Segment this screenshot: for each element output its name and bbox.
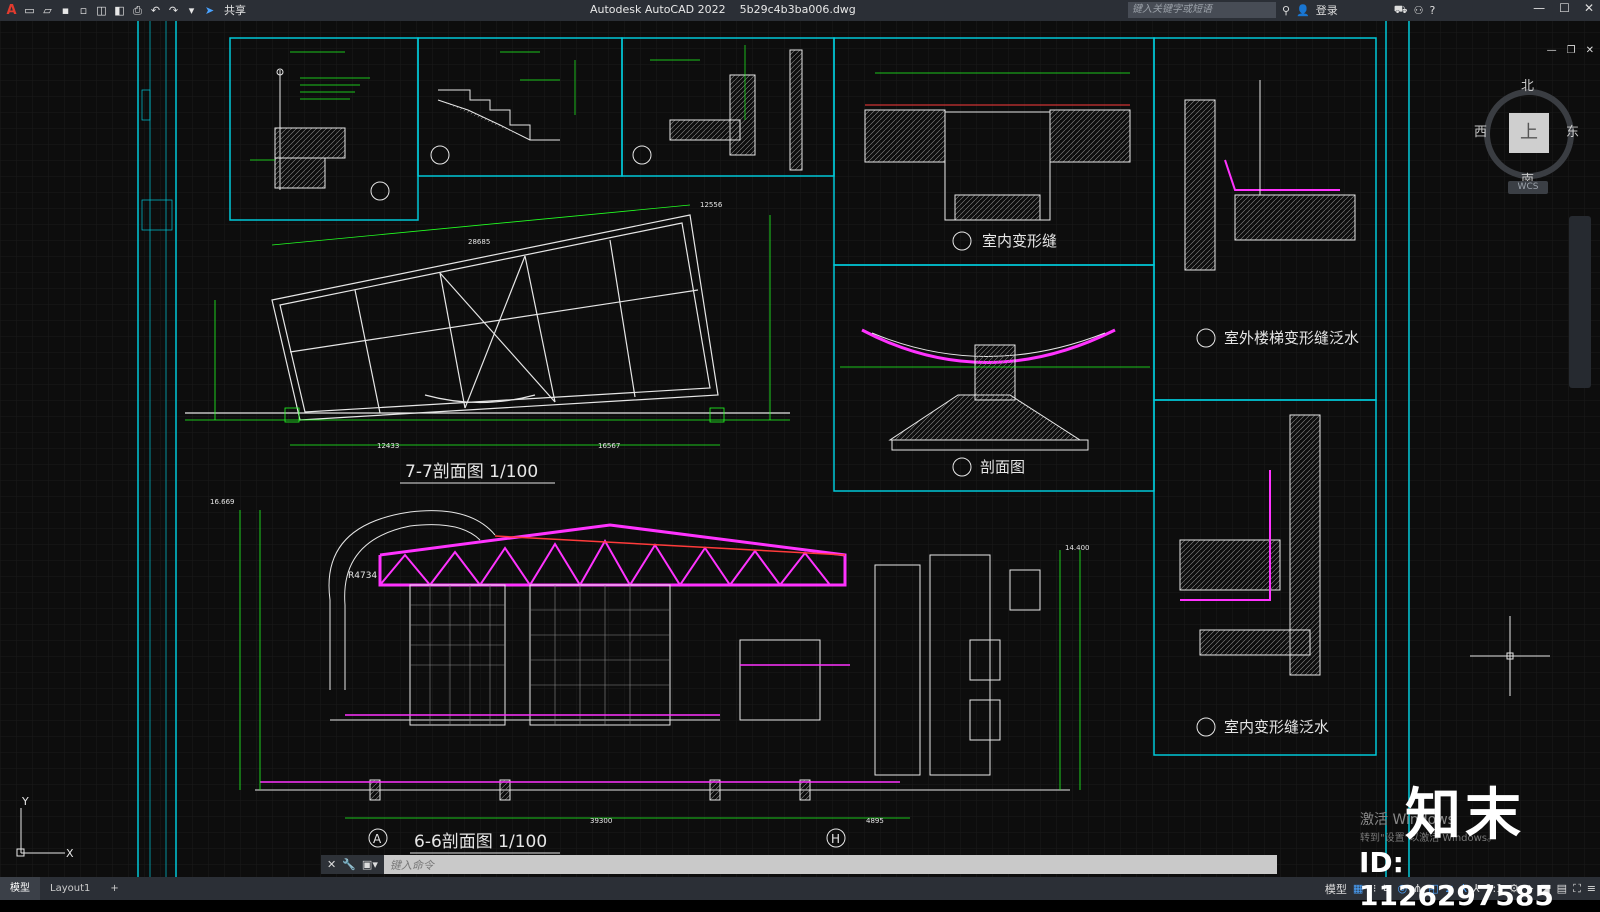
plot-icon[interactable]: ⎙ — [130, 3, 145, 18]
window-controls: — ☐ ✕ — [1533, 1, 1594, 15]
app-title: Autodesk AutoCAD 2022 — [590, 3, 726, 16]
share-button[interactable]: 共享 — [224, 3, 246, 18]
watermark-id: ID: 1126297585 — [1359, 846, 1554, 912]
user-icon[interactable]: 👤 — [1296, 4, 1310, 17]
doc-close-icon[interactable]: ✕ — [1586, 45, 1594, 56]
share-icon[interactable]: ➤ — [202, 3, 217, 18]
cmd-customize-icon[interactable]: 🔧 — [342, 858, 356, 871]
dim-label: 39300 — [590, 817, 612, 825]
command-input[interactable]: 键入命令 — [384, 857, 434, 873]
a360-icon[interactable]: ⚇ — [1414, 4, 1424, 17]
drawing-window-controls: — ❐ ✕ — [1547, 45, 1594, 56]
model-space-button[interactable]: 模型 — [1325, 881, 1347, 897]
title-right-tools: ⚲ 👤 登录 ⛟ ⚇ ? — [1282, 2, 1435, 18]
doc-restore-icon[interactable]: ❐ — [1567, 45, 1576, 56]
detail-indoor-joint-flash-title: 室内变形缝泛水 — [1224, 718, 1329, 736]
dim-label: 14.400 — [1065, 544, 1090, 552]
dim-label: 16567 — [598, 442, 620, 450]
cmd-close-icon[interactable]: ✕ — [327, 858, 336, 871]
dim-label: 28685 — [468, 238, 490, 246]
ucs-x-label: X — [66, 847, 74, 860]
detail-outdoor-joint-title: 室外楼梯变形缝泛水 — [1224, 329, 1359, 347]
drawing-viewport[interactable]: 室内变形缝 剖面图 室外楼梯变形缝泛水 室内变形缝泛水 7-7剖面图 1/100… — [0, 21, 1600, 877]
detail-indoor-joint-title: 室内变形缝 — [982, 232, 1057, 250]
viewcube-top-face[interactable]: 上 — [1509, 113, 1549, 153]
dim-label: 12433 — [377, 442, 399, 450]
cmd-recent-icon[interactable]: ▣▾ — [362, 858, 378, 871]
dim-label: 12556 — [700, 201, 723, 209]
viewcube[interactable]: 上 北 南 东 西 — [1474, 79, 1579, 189]
customize-toolbar-icon[interactable]: ▾ — [184, 3, 199, 18]
search-input[interactable]: 键入关键字或短语 — [1128, 2, 1276, 18]
section-66-title: 6-6剖面图 1/100 — [414, 832, 547, 852]
save-web-icon[interactable]: ◧ — [112, 3, 127, 18]
tab-layout1[interactable]: Layout1 — [40, 877, 100, 900]
autocad-logo-icon[interactable]: A — [4, 3, 19, 18]
undo-icon[interactable]: ↶ — [148, 3, 163, 18]
save-icon[interactable]: ▪ — [58, 3, 73, 18]
detail-section-title: 剖面图 — [980, 458, 1025, 476]
section-77-title: 7-7剖面图 1/100 — [405, 462, 538, 482]
redo-icon[interactable]: ↷ — [166, 3, 181, 18]
maximize-icon[interactable]: ☐ — [1559, 1, 1570, 15]
search-icon[interactable]: ⚲ — [1282, 4, 1290, 17]
compass-east[interactable]: 东 — [1566, 121, 1579, 140]
login-button[interactable]: 登录 — [1316, 2, 1338, 18]
minimize-icon[interactable]: — — [1533, 1, 1545, 15]
open-file-icon[interactable]: ▱ — [40, 3, 55, 18]
drawing-canvas[interactable]: 室内变形缝 剖面图 室外楼梯变形缝泛水 室内变形缝泛水 7-7剖面图 1/100… — [0, 21, 1600, 877]
doc-minimize-icon[interactable]: — — [1547, 45, 1557, 56]
tab-model[interactable]: 模型 — [0, 877, 40, 900]
command-line[interactable]: ✕ 🔧 ▣▾ 键入命令 — [321, 855, 1277, 874]
save-as-icon[interactable]: ▫ — [76, 3, 91, 18]
axis-h-label: H — [831, 832, 840, 846]
navigation-bar[interactable] — [1569, 216, 1591, 388]
axis-a-label: A — [373, 832, 382, 846]
compass-north[interactable]: 北 — [1521, 75, 1534, 94]
dim-label: R4734 — [348, 571, 377, 581]
ucs-y-label: Y — [21, 795, 29, 808]
new-file-icon[interactable]: ▭ — [22, 3, 37, 18]
dim-label: 4895 — [866, 817, 884, 825]
file-name: 5b29c4b3ba006.dwg — [739, 3, 856, 16]
dim-label: 16.669 — [210, 498, 235, 506]
window-title: Autodesk AutoCAD 2022 5b29c4b3ba006.dwg — [590, 3, 856, 16]
add-layout-button[interactable]: + — [100, 877, 128, 900]
open-web-icon[interactable]: ◫ — [94, 3, 109, 18]
wcs-menu[interactable]: WCS — [1508, 181, 1548, 194]
cart-icon[interactable]: ⛟ — [1394, 3, 1408, 18]
title-bar: A ▭ ▱ ▪ ▫ ◫ ◧ ⎙ ↶ ↷ ▾ ➤ 共享 Autodesk Auto… — [0, 0, 1600, 21]
watermark-brand: 知末 — [1405, 783, 1525, 848]
help-icon[interactable]: ? — [1429, 4, 1435, 17]
command-line-tools: ✕ 🔧 ▣▾ — [321, 855, 384, 874]
compass-west[interactable]: 西 — [1474, 121, 1487, 140]
close-icon[interactable]: ✕ — [1584, 1, 1594, 15]
quick-access-toolbar: A ▭ ▱ ▪ ▫ ◫ ◧ ⎙ ↶ ↷ ▾ ➤ 共享 — [0, 3, 246, 18]
